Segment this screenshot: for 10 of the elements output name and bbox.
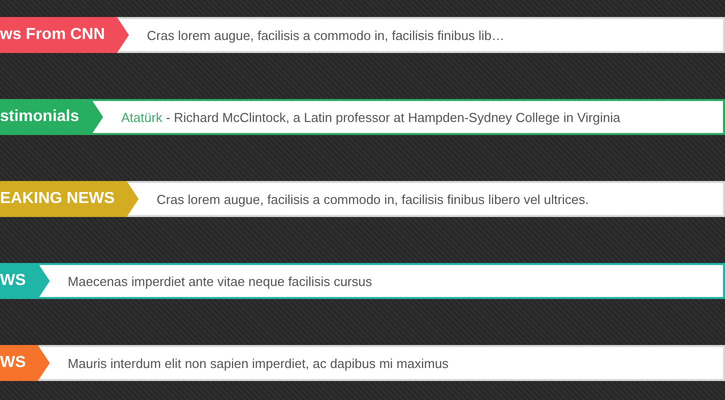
ticker-text: Maecenas imperdiet ante vitae neque facilisis cursus — [68, 274, 372, 288]
ticker-label: ws From CNN — [0, 17, 129, 53]
ticker-text: Cras lorem augue, facilisis a commodo in, facilisis finibus lib… — [146, 28, 505, 42]
ticker-text: Mauris interdum elit non sapien imperdiet, ac dapibus mi maximus — [68, 356, 449, 370]
ticker-label: WS — [0, 345, 50, 381]
ticker-text: Cras lorem augue, facilisis a commodo in, facilisis finibus libero vel ultrices. — [156, 192, 589, 206]
ticker-label: EAKING NEWS — [0, 181, 139, 217]
ticker-text: Atatürk - Richard McClintock, a Latin professor at Hampden-Sydney College in Virginia — [121, 110, 620, 124]
ticker-label: stimonials — [0, 99, 104, 135]
ticker-label: WS — [0, 263, 50, 299]
